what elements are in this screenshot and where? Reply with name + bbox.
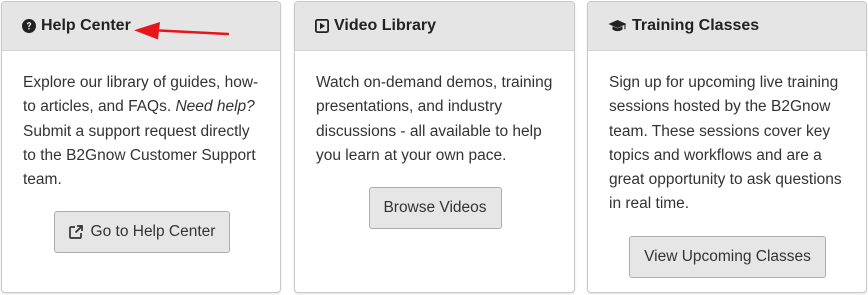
help-center-description: Explore our library of guides, how-to ar… [23,71,260,192]
browse-videos-label: Browse Videos [383,199,487,217]
video-library-card: Video Library Watch on-demand demos, tra… [294,1,575,293]
view-upcoming-classes-label: View Upcoming Classes [644,247,811,265]
go-to-help-center-button[interactable]: Go to Help Center [53,211,230,254]
video-library-title: Video Library [334,17,436,34]
training-classes-description: Sign up for upcoming live training sessi… [609,74,842,213]
browse-videos-button[interactable]: Browse Videos [368,187,502,230]
go-to-help-center-label: Go to Help Center [90,223,216,241]
video-library-description: Watch on-demand demos, training presenta… [316,74,553,164]
resource-cards: Help Center Explore our library of guide… [0,0,868,295]
help-center-header: Help Center [2,2,280,51]
help-center-text-after: Submit a support request directly to the… [23,122,256,189]
training-classes-card: Training Classes Sign up for upcoming li… [587,1,867,293]
training-classes-title: Training Classes [632,17,760,34]
training-classes-header: Training Classes [588,2,866,51]
help-center-body: Explore our library of guides, how-to ar… [2,51,280,254]
help-center-need-help: Need help? [175,98,255,116]
view-upcoming-classes-button[interactable]: View Upcoming Classes [629,235,826,278]
training-classes-body: Sign up for upcoming live training sessi… [588,51,866,278]
video-library-body: Watch on-demand demos, training presenta… [295,51,574,230]
video-library-header: Video Library [295,2,574,51]
play-square-icon [315,19,329,33]
external-link-icon [68,224,84,240]
question-circle-icon [22,19,36,33]
graduation-cap-icon [608,19,627,33]
help-center-title: Help Center [41,17,131,34]
help-center-card: Help Center Explore our library of guide… [1,1,281,293]
